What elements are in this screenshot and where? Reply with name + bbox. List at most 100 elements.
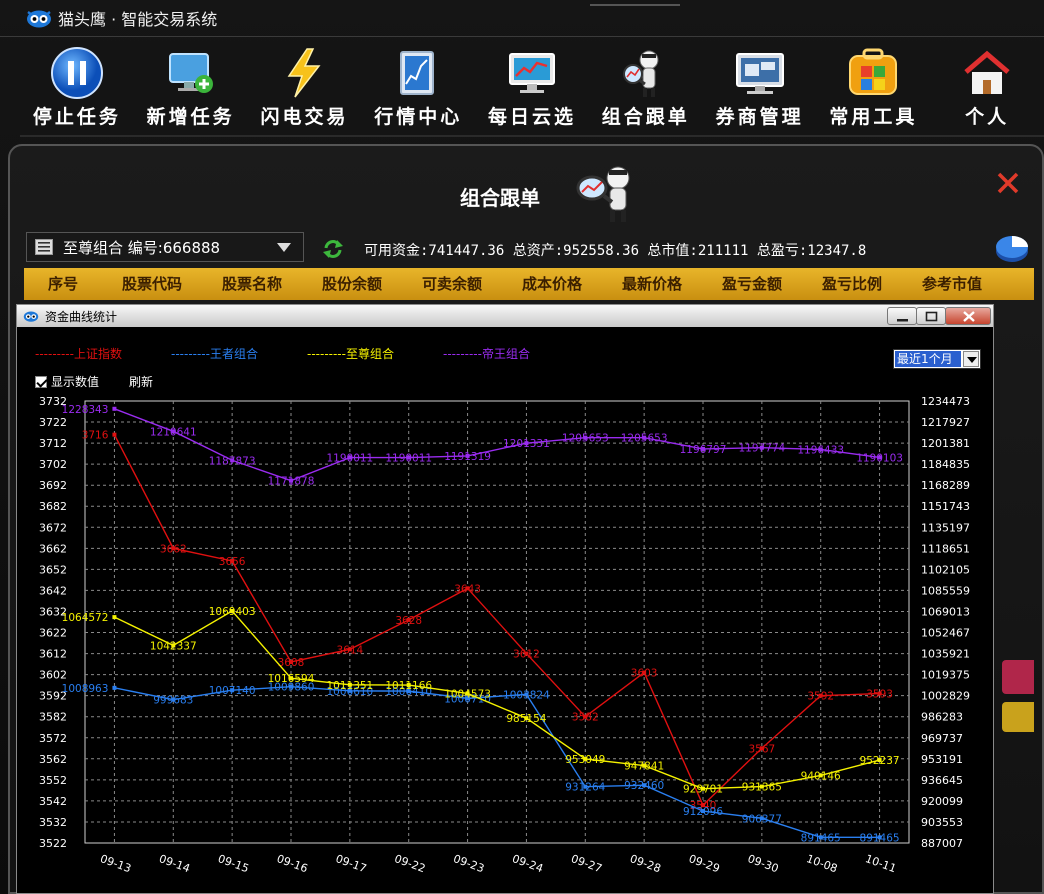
pie-chart-icon[interactable] — [994, 232, 1030, 264]
toolbar-broker-management[interactable]: 券商管理 — [703, 46, 817, 130]
window-title-bar[interactable]: 资金曲线统计 — [17, 305, 993, 327]
broker-icon — [735, 53, 784, 94]
title-divider — [0, 36, 1044, 37]
y-right-tick-label: 1102105 — [921, 563, 970, 576]
data-label: 932460 — [624, 780, 664, 792]
app-title: 猫头鹰 · 智能交易系统 — [58, 10, 218, 29]
y-left-tick-label: 3662 — [39, 542, 67, 555]
title-bar-handle — [590, 4, 680, 6]
data-label: 1228343 — [62, 404, 109, 416]
close-icon[interactable] — [995, 170, 1021, 196]
data-label: 1004573 — [444, 688, 491, 700]
column-header[interactable]: 最新价格 — [602, 268, 702, 300]
y-left-tick-label: 3622 — [39, 627, 67, 640]
minimize-button[interactable] — [887, 307, 917, 325]
column-header[interactable]: 股份余额 — [302, 268, 402, 300]
x-tick-label: 09-27 — [569, 852, 603, 875]
y-right-tick-label: 969737 — [921, 732, 963, 745]
y-left-tick-label: 3642 — [39, 584, 67, 597]
toolbar-add-task[interactable]: 新增任务 — [134, 46, 248, 130]
data-point — [112, 432, 117, 437]
y-right-tick-label: 986283 — [921, 711, 963, 724]
toolbar-label: 每日云选 — [488, 106, 577, 128]
chart-legend: ---------上证指数 ---------王者组合 ---------至尊组… — [35, 345, 735, 365]
column-header[interactable]: 序号 — [24, 268, 102, 300]
data-label: 1205653 — [621, 433, 668, 445]
toolbar-portfolio-follow[interactable]: 组合跟单 — [589, 46, 703, 130]
toolbar-daily-pick[interactable]: 每日云选 — [475, 46, 589, 130]
toolbar-stop-task[interactable]: 停止任务 — [20, 46, 134, 130]
column-header[interactable]: 参考市值 — [902, 268, 1002, 300]
y-left-tick-label: 3722 — [39, 416, 67, 429]
toolbar-label: 行情中心 — [374, 106, 463, 128]
side-button[interactable] — [1002, 660, 1034, 694]
data-label: 1003824 — [503, 689, 550, 701]
close-button[interactable] — [945, 307, 991, 325]
show-values-checkbox[interactable]: 显示数值 — [35, 373, 99, 390]
y-right-tick-label: 936645 — [921, 774, 963, 787]
legend-item: ---------至尊组合 — [307, 347, 394, 361]
data-label: 1064572 — [62, 612, 109, 624]
column-header[interactable]: 盈亏金额 — [702, 268, 802, 300]
side-button[interactable] — [1002, 702, 1034, 732]
toolbar-divider — [20, 135, 1044, 137]
y-right-tick-label: 1002829 — [921, 690, 970, 703]
y-right-tick-label: 920099 — [921, 795, 963, 808]
data-label: 891465 — [801, 832, 841, 844]
y-left-tick-label: 3692 — [39, 479, 67, 492]
x-tick-label: 09-29 — [687, 852, 721, 875]
data-point — [112, 406, 117, 411]
y-right-tick-label: 1135197 — [921, 521, 970, 534]
toolbar-personal[interactable]: 个人 — [930, 46, 1044, 130]
y-right-tick-label: 1168289 — [921, 479, 970, 492]
data-label: 931264 — [565, 782, 605, 794]
y-right-tick-label: 1035921 — [921, 648, 970, 661]
column-header[interactable]: 股票代码 — [102, 268, 202, 300]
data-label: 3592 — [807, 691, 834, 703]
data-label: 929701 — [683, 784, 723, 796]
data-label: 940146 — [801, 770, 841, 782]
y-right-tick-label: 903553 — [921, 816, 963, 829]
data-label: 1007140 — [209, 685, 256, 697]
toolbar-flash-trade[interactable]: 闪电交易 — [248, 46, 362, 130]
column-header[interactable]: 成本价格 — [502, 268, 602, 300]
data-label: 1069403 — [209, 606, 256, 618]
y-left-tick-label: 3612 — [39, 648, 67, 661]
data-label: 999683 — [153, 695, 193, 707]
column-header[interactable]: 盈亏比例 — [802, 268, 902, 300]
data-label: 3603 — [631, 668, 658, 680]
toolbar-market-center[interactable]: 行情中心 — [361, 46, 475, 130]
owl-logo-icon — [27, 10, 51, 28]
close-icon — [963, 311, 975, 322]
y-left-tick-label: 3582 — [39, 711, 67, 724]
market-chart-icon — [400, 51, 435, 95]
y-right-tick-label: 1234473 — [921, 395, 970, 408]
column-header[interactable]: 可卖余额 — [402, 268, 502, 300]
toolbar-common-tools[interactable]: 常用工具 — [816, 46, 930, 130]
data-label: 1016594 — [268, 673, 315, 685]
pause-icon — [50, 47, 103, 99]
refresh-button[interactable]: 刷新 — [129, 373, 153, 390]
data-label: 1210641 — [150, 426, 197, 438]
holdings-table-header: 序号 股票代码 股票名称 股份余额 可卖余额 成本价格 最新价格 盈亏金额 盈亏… — [24, 268, 1034, 300]
y-right-tick-label: 1019375 — [921, 669, 970, 682]
data-label: 912096 — [683, 806, 723, 818]
x-tick-label: 09-13 — [98, 852, 132, 875]
column-header[interactable]: 股票名称 — [202, 268, 302, 300]
maximize-button[interactable] — [916, 307, 946, 325]
data-label: 3582 — [572, 712, 599, 724]
portfolio-select[interactable]: 至尊组合 编号:666888 — [26, 232, 304, 262]
data-label: 1008963 — [62, 683, 109, 695]
refresh-icon[interactable] — [322, 238, 344, 260]
plot-area — [84, 400, 910, 844]
y-left-tick-label: 3542 — [39, 795, 67, 808]
y-left-tick-label: 3682 — [39, 500, 67, 513]
data-label: 1205653 — [562, 433, 609, 445]
list-icon — [35, 239, 53, 255]
data-label: 3656 — [219, 556, 246, 568]
mascot-icon — [576, 166, 630, 222]
toolbar-label: 组合跟单 — [601, 106, 690, 128]
date-range-select[interactable]: 最近1个月 — [893, 349, 981, 369]
y-left-tick-label: 3532 — [39, 816, 67, 829]
x-tick-label: 09-23 — [452, 852, 486, 875]
